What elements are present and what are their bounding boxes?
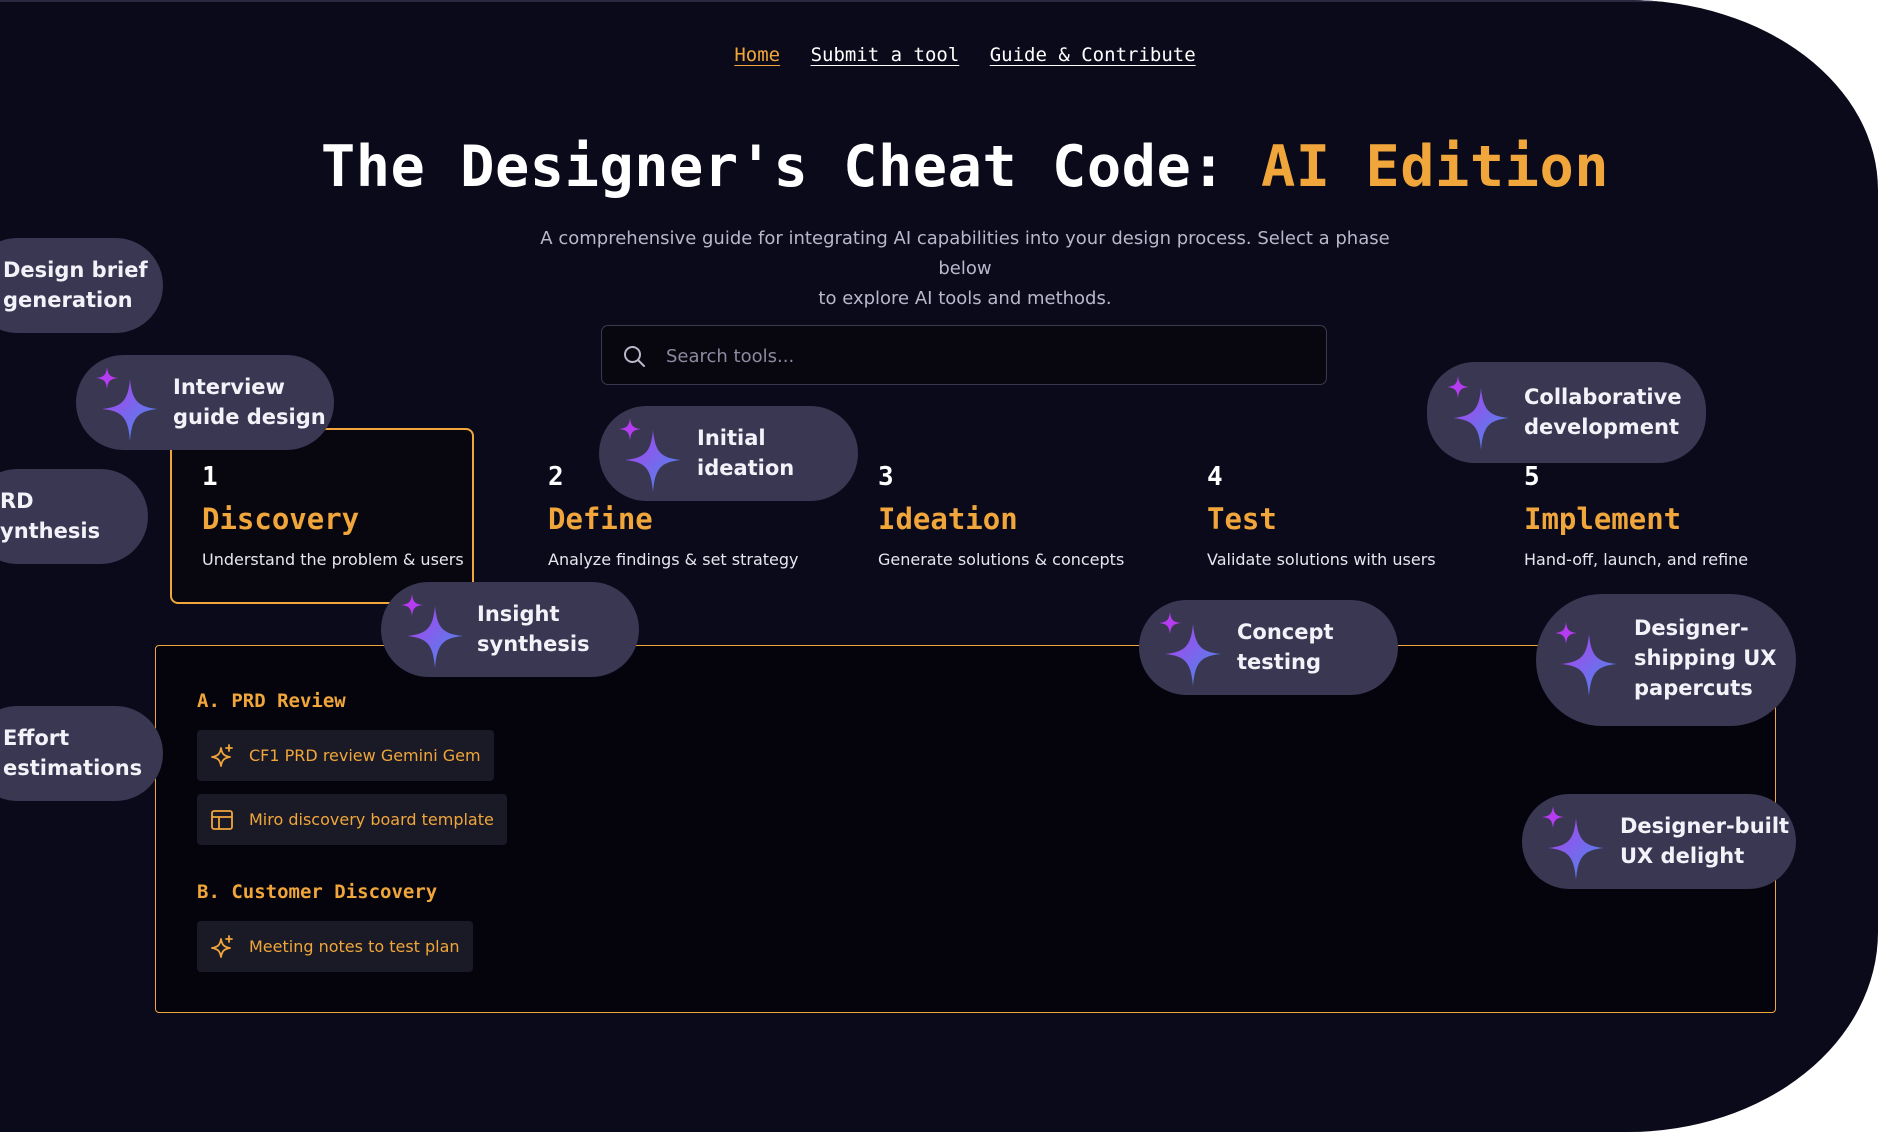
ai-spark-icon [1553, 622, 1623, 698]
subtitle-line-2: to explore AI tools and methods. [818, 288, 1112, 309]
bubble-line: Effort [3, 726, 70, 750]
bubble-label: Design brief generation [3, 255, 148, 315]
bubble-label: Concept testing [1237, 617, 1334, 677]
bubble-insight-synthesis[interactable]: Insight synthesis [381, 582, 639, 677]
tool-label: Miro discovery board template [249, 810, 494, 829]
bubble-line: Collaborative [1524, 385, 1682, 409]
template-icon [209, 807, 235, 833]
tool-link-prd-review-gem[interactable]: CF1 PRD review Gemini Gem [197, 730, 494, 781]
phase-description: Validate solutions with users [1207, 550, 1436, 569]
phase-number: 3 [878, 462, 894, 492]
bubble-label: RD ynthesis [0, 486, 100, 546]
bubble-initial-ideation[interactable]: Initial ideation [599, 406, 858, 501]
bubble-designer-built-ux-delight[interactable]: Designer-built UX delight [1522, 794, 1796, 889]
bubble-prd-synthesis[interactable]: RD ynthesis [0, 469, 148, 564]
page-subtitle: A comprehensive guide for integrating AI… [540, 224, 1390, 314]
page-title: The Designer's Cheat Code: AI Edition [0, 134, 1878, 200]
phase-description: Analyze findings & set strategy [548, 550, 799, 569]
bubble-line: generation [3, 288, 133, 312]
bubble-line: Interview [173, 375, 285, 399]
bubble-line: Concept [1237, 620, 1334, 644]
phase-number: 5 [1524, 462, 1540, 492]
phase-card-ideation[interactable]: 3 Ideation Generate solutions & concepts [848, 428, 1148, 569]
bubble-label: Effort estimations [3, 723, 142, 783]
bubble-concept-testing[interactable]: Concept testing [1139, 600, 1398, 695]
bubble-line: Design brief [3, 258, 148, 282]
bubble-effort-estimations[interactable]: Effort estimations [0, 706, 163, 801]
bubble-line: UX delight [1620, 844, 1745, 868]
tool-link-meeting-notes[interactable]: Meeting notes to test plan [197, 921, 473, 972]
bubble-line: shipping UX [1634, 646, 1777, 670]
bubble-line: Initial [697, 426, 766, 450]
bubble-line: estimations [3, 756, 143, 780]
bubble-line: papercuts [1634, 676, 1753, 700]
bubble-label: Insight synthesis [477, 599, 590, 659]
bubble-label: Designer-built UX delight [1620, 811, 1789, 871]
bubble-line: Designer-built [1620, 814, 1790, 838]
bubble-line: synthesis [477, 632, 590, 656]
bubble-designer-shipping-ux-papercuts[interactable]: Designer- shipping UX papercuts [1536, 594, 1796, 726]
bubble-line: development [1524, 415, 1679, 439]
phase-number: 1 [202, 462, 218, 492]
ai-spark-icon [617, 418, 687, 494]
sparkle-icon [209, 743, 235, 769]
phase-description: Hand-off, launch, and refine [1524, 550, 1749, 569]
bubble-collaborative-development[interactable]: Collaborative development [1427, 362, 1706, 463]
section-title-prd-review: A. PRD Review [197, 690, 346, 712]
bubble-line: guide design [173, 405, 326, 429]
bubble-line: ideation [697, 456, 795, 480]
bubble-label: Initial ideation [697, 423, 794, 483]
bubble-interview-guide-design[interactable]: Interview guide design [76, 355, 334, 450]
phase-card-discovery[interactable]: 1 Discovery Understand the problem & use… [170, 428, 474, 604]
bubble-line: Insight [477, 602, 560, 626]
app-canvas: Home Submit a tool Guide & Contribute Th… [0, 0, 1878, 1132]
bubble-line: testing [1237, 650, 1321, 674]
nav-home[interactable]: Home [734, 44, 780, 66]
phase-description: Generate solutions & concepts [878, 550, 1125, 569]
ai-spark-icon [1445, 376, 1515, 452]
phase-name: Implement [1524, 502, 1682, 536]
search-icon [624, 346, 645, 367]
ai-spark-icon [399, 594, 469, 670]
search-input[interactable] [664, 336, 1308, 376]
phase-number: 4 [1207, 462, 1223, 492]
bubble-design-brief-generation[interactable]: Design brief generation [0, 238, 163, 333]
title-main: The Designer's Cheat Code: [320, 134, 1227, 200]
phase-name: Ideation [878, 502, 1018, 536]
nav-submit-tool[interactable]: Submit a tool [811, 44, 960, 66]
bubble-line: RD [0, 489, 34, 513]
top-nav: Home Submit a tool Guide & Contribute [0, 44, 1878, 66]
tool-link-miro-template[interactable]: Miro discovery board template [197, 794, 507, 845]
subtitle-line-1: A comprehensive guide for integrating AI… [540, 228, 1390, 279]
phase-name: Test [1207, 502, 1277, 536]
phase-description: Understand the problem & users [202, 550, 464, 569]
section-title-customer-discovery: B. Customer Discovery [197, 881, 438, 903]
bubble-line: ynthesis [0, 519, 101, 543]
phase-name: Discovery [202, 502, 360, 536]
ai-spark-icon [1540, 806, 1610, 882]
tool-label: CF1 PRD review Gemini Gem [249, 746, 481, 765]
phase-card-test[interactable]: 4 Test Validate solutions with users [1177, 428, 1477, 569]
search-box[interactable] [601, 325, 1327, 385]
sparkle-icon [209, 934, 235, 960]
nav-guide-contribute[interactable]: Guide & Contribute [990, 44, 1196, 66]
bubble-label: Designer- shipping UX papercuts [1634, 613, 1776, 703]
phase-name: Define [548, 502, 653, 536]
ai-spark-icon [94, 367, 164, 443]
bubble-line: Designer- [1634, 616, 1749, 640]
bubble-label: Collaborative development [1524, 382, 1682, 442]
title-accent: AI Edition [1260, 134, 1610, 200]
ai-spark-icon [1157, 612, 1227, 688]
tool-label: Meeting notes to test plan [249, 937, 460, 956]
bubble-label: Interview guide design [173, 372, 326, 432]
